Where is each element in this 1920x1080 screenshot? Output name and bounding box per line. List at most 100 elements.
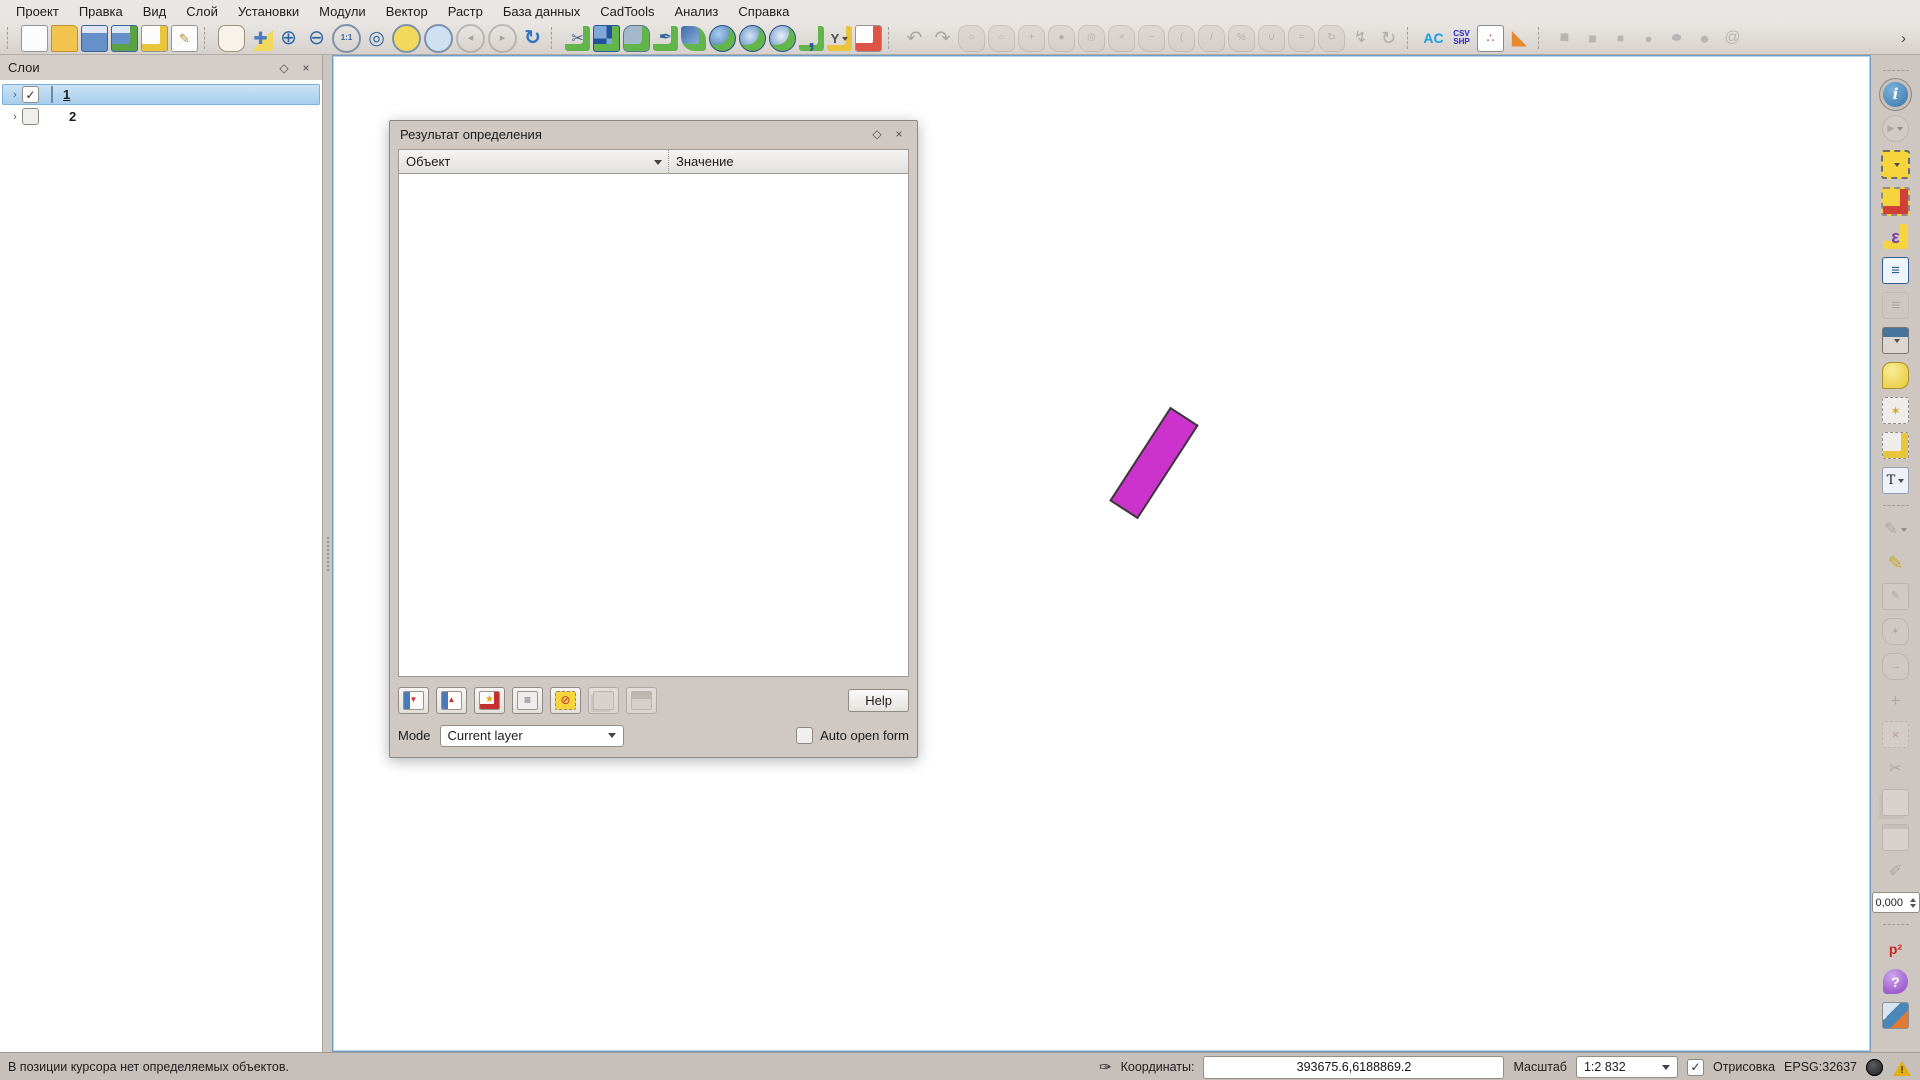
merge-attributes-icon[interactable]: = [1288, 25, 1315, 52]
undo-icon[interactable]: ↶ [902, 26, 927, 51]
cad-rectangle-icon[interactable]: ■ [1552, 26, 1577, 51]
run-feature-action-icon[interactable]: ▶ [1882, 115, 1909, 142]
reshape-features-icon[interactable]: ~ [1138, 25, 1165, 52]
add-feature-icon[interactable]: ✶ [1882, 618, 1909, 645]
text-annotation-icon[interactable]: T [1882, 467, 1909, 494]
reload-edits-icon[interactable]: ↻ [1376, 26, 1401, 51]
collapse-all-icon[interactable]: ▲ [436, 687, 467, 714]
toggle-editing-icon[interactable]: ✎ [1883, 550, 1908, 575]
menu-cadtools[interactable]: CadTools [590, 2, 664, 21]
show-bookmarks-icon[interactable] [1882, 432, 1909, 459]
new-print-composer-icon[interactable] [141, 25, 168, 52]
open-attribute-table-icon[interactable]: ≡ [1882, 257, 1909, 284]
layer-2-visibility-checkbox[interactable] [22, 108, 39, 125]
add-raster-layer-icon[interactable] [593, 25, 620, 52]
menu-database[interactable]: База данных [493, 2, 590, 21]
menu-raster[interactable]: Растр [438, 2, 493, 21]
select-features-icon[interactable] [1881, 150, 1910, 179]
ac-plugin-icon[interactable]: AC [1421, 26, 1446, 51]
whats-this-icon[interactable]: ? [1883, 969, 1908, 994]
sketch-plugin-icon[interactable] [1882, 1002, 1909, 1029]
toolbar-overflow-button[interactable]: › [1891, 26, 1916, 51]
zoom-native-icon[interactable]: 1:1 [332, 24, 361, 53]
layer-1-label[interactable]: 1 [63, 87, 70, 102]
node-tool-icon[interactable]: + [1883, 688, 1908, 713]
cad-draw-icon[interactable]: ✐ [1883, 859, 1908, 884]
refresh-map-icon[interactable]: ↻ [520, 26, 545, 51]
add-wcs-layer-icon[interactable] [739, 25, 766, 52]
cad-ellipse-icon[interactable]: ● [1660, 26, 1694, 51]
help-button[interactable]: Help [848, 689, 909, 712]
split-features-icon[interactable]: / [1198, 25, 1225, 52]
move-feature-icon[interactable]: → [1882, 653, 1909, 680]
layer-item-2[interactable]: › 2 [2, 106, 320, 127]
cad-spiral-icon[interactable]: @ [1720, 26, 1745, 51]
dialog-titlebar[interactable]: Результат определения ◇ × [390, 121, 917, 147]
table-view-icon[interactable]: ≡ [512, 687, 543, 714]
new-bookmark-icon[interactable]: ✶ [1882, 397, 1909, 424]
new-project-icon[interactable] [21, 25, 48, 52]
layer-2-label[interactable]: 2 [69, 109, 76, 124]
coordinates-input[interactable] [1203, 1056, 1504, 1079]
current-edits-icon[interactable]: ✎ [1883, 517, 1908, 542]
zoom-in-icon[interactable]: ⊕ [276, 26, 301, 51]
crs-globe-icon[interactable] [1866, 1059, 1883, 1076]
zoom-next-icon[interactable]: ▸ [488, 24, 517, 53]
zoom-out-icon[interactable]: ⊖ [304, 26, 329, 51]
panel-splitter[interactable] [323, 55, 332, 1052]
csv2shp-plugin-icon[interactable]: CSV SHP [1449, 26, 1474, 51]
dialog-float-icon[interactable]: ◇ [869, 126, 885, 142]
layer-item-1[interactable]: › ✓ 1 [2, 84, 320, 105]
select-by-expression-icon[interactable]: ε [1883, 224, 1908, 249]
add-ring-icon[interactable]: ○ [988, 25, 1015, 52]
split-parts-icon[interactable]: % [1228, 25, 1255, 52]
remove-layer-icon[interactable] [855, 25, 882, 52]
menu-edit[interactable]: Правка [69, 2, 133, 21]
points-plugin-icon[interactable]: ∴ [1477, 25, 1504, 52]
expand-all-icon[interactable]: ▼ [398, 687, 429, 714]
delete-ring-icon[interactable]: ◎ [1078, 25, 1105, 52]
cad-rectangle-center-icon[interactable]: ■ [1580, 26, 1605, 51]
identify-features-icon[interactable]: i [1883, 82, 1908, 107]
zoom-full-icon[interactable]: ◎ [364, 26, 389, 51]
column-header-object[interactable]: Объект [399, 150, 668, 173]
add-wfs-layer-icon[interactable] [769, 25, 796, 52]
column-header-value[interactable]: Значение [669, 154, 908, 169]
map-tips-icon[interactable] [1882, 362, 1909, 389]
messages-warning-icon[interactable] [1892, 1059, 1912, 1076]
menu-view[interactable]: Вид [133, 2, 177, 21]
menu-project[interactable]: Проект [6, 2, 69, 21]
menu-vector[interactable]: Вектор [376, 2, 438, 21]
delete-selected-icon[interactable]: × [1882, 721, 1909, 748]
cut-features-icon[interactable]: ✂ [1883, 756, 1908, 781]
expand-arrow-icon[interactable]: › [8, 111, 22, 123]
menu-plugins[interactable]: Модули [309, 2, 376, 21]
rotate-feature-icon[interactable]: ↯ [1348, 26, 1373, 51]
render-checkbox[interactable]: ✓ [1687, 1059, 1704, 1076]
offset-curve-icon[interactable]: ( [1168, 25, 1195, 52]
expand-new-results-icon[interactable]: ★ [474, 687, 505, 714]
save-project-as-icon[interactable] [111, 25, 138, 52]
p2-plugin-icon[interactable]: p² [1883, 936, 1908, 961]
panel-close-icon[interactable]: × [298, 60, 314, 76]
panel-float-icon[interactable]: ◇ [276, 60, 292, 76]
cad-square-center-icon[interactable]: ■ [1608, 26, 1633, 51]
expand-arrow-icon[interactable]: › [8, 89, 22, 101]
scale-combobox[interactable]: 1:2 832 [1576, 1056, 1678, 1078]
dialog-close-icon[interactable]: × [891, 126, 907, 142]
save-edits-icon[interactable]: ✎ [1882, 583, 1909, 610]
add-wms-layer-icon[interactable] [709, 25, 736, 52]
menu-analysis[interactable]: Анализ [665, 2, 729, 21]
chevron-down-icon[interactable] [654, 160, 662, 169]
layer-1-visibility-checkbox[interactable]: ✓ [22, 86, 39, 103]
add-mssql-layer-icon[interactable] [681, 26, 706, 51]
fill-ring-icon[interactable]: ● [1048, 25, 1075, 52]
mode-combobox[interactable]: Current layer [440, 725, 624, 747]
field-calculator-icon[interactable]: ≡ [1882, 292, 1909, 319]
save-project-icon[interactable] [81, 25, 108, 52]
pan-map-icon[interactable] [218, 25, 245, 52]
paste-features-icon[interactable] [1882, 824, 1909, 851]
cadtools-plugin-icon[interactable]: ◣ [1507, 26, 1532, 51]
merge-features-icon[interactable]: ∪ [1258, 25, 1285, 52]
add-spatialite-layer-icon[interactable]: ✒ [653, 26, 678, 51]
